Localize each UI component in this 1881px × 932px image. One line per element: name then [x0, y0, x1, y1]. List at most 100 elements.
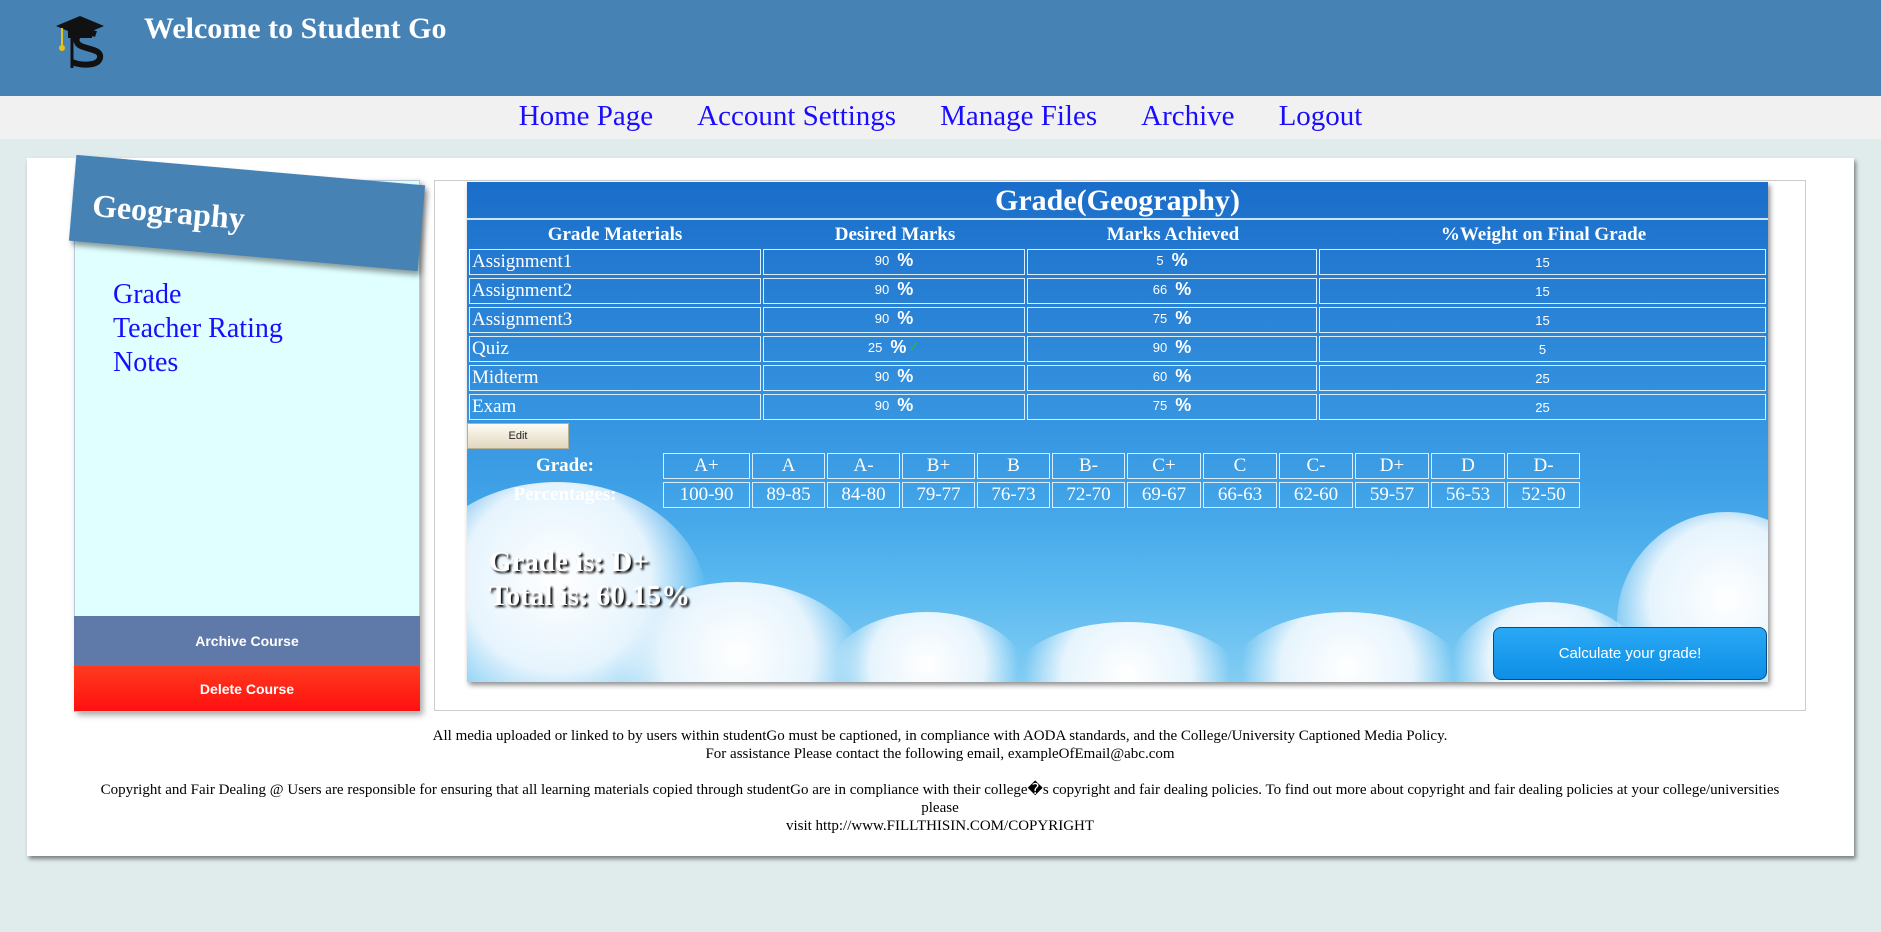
grade-scale-range: 59-57 [1355, 482, 1429, 508]
sidebar-links: Grade Teacher Rating Notes [113, 278, 283, 380]
weight-cell[interactable]: 25 [1319, 394, 1766, 420]
grade-scale-range: 76-73 [977, 482, 1050, 508]
percent-sign: % [897, 250, 914, 270]
grade-scale-range: 72-70 [1052, 482, 1125, 508]
weight-cell[interactable]: 15 [1319, 278, 1766, 304]
grade-scale-range: 89-85 [752, 482, 825, 508]
sidebar-link-notes[interactable]: Notes [113, 346, 283, 380]
archive-course-button[interactable]: Archive Course [74, 616, 420, 666]
achieved-mark-cell[interactable]: 90% [1027, 336, 1317, 362]
table-row: Assignment2 90% 66% 15 [469, 278, 1766, 304]
cloud-decoration [827, 612, 1027, 682]
nav-archive[interactable]: Archive [1141, 98, 1234, 134]
percent-sign: % [897, 366, 914, 386]
grade-scale-range: 100-90 [663, 482, 750, 508]
material-name: Assignment1 [469, 249, 761, 275]
site-title: Welcome to Student Go [144, 12, 447, 45]
desired-mark-cell[interactable]: 90% [763, 249, 1025, 275]
percent-sign: % [1175, 337, 1192, 357]
footer-contact: For assistance Please contact the follow… [705, 746, 1175, 762]
achieved-mark-value: 5 [1156, 253, 1164, 268]
grade-scale-range: 62-60 [1279, 482, 1353, 508]
achieved-mark-value: 90 [1152, 340, 1168, 355]
grade-scale-range: 69-67 [1127, 482, 1201, 508]
material-name: Quiz [469, 336, 761, 362]
percent-sign: % [897, 308, 914, 328]
achieved-mark-cell[interactable]: 75% [1027, 307, 1317, 333]
percent-sign: % [1175, 395, 1192, 415]
grade-scale-range: 52-50 [1507, 482, 1580, 508]
cloud-decoration [1227, 612, 1467, 682]
achieved-mark-cell[interactable]: 66% [1027, 278, 1317, 304]
achieved-mark-cell[interactable]: 60% [1027, 365, 1317, 391]
nav-logout[interactable]: Logout [1279, 98, 1363, 134]
grade-table-header: Grade Materials Desired Marks Marks Achi… [467, 222, 1768, 248]
grade-scale-letter: A [752, 453, 825, 479]
material-name: Exam [469, 394, 761, 420]
desired-mark-value: 90 [874, 398, 890, 413]
nav-account-settings[interactable]: Account Settings [697, 98, 896, 134]
percent-sign: % [1175, 279, 1192, 299]
weight-cell[interactable]: 25 [1319, 365, 1766, 391]
grade-scale-range: 66-63 [1203, 482, 1277, 508]
grade-scale-letter: D- [1507, 453, 1580, 479]
grade-scale-letter: A+ [663, 453, 750, 479]
nav-manage-files[interactable]: Manage Files [940, 98, 1097, 134]
achieved-mark-cell[interactable]: 75% [1027, 394, 1317, 420]
desired-mark-cell[interactable]: 90% [763, 307, 1025, 333]
site-header: Welcome to Student Go [0, 0, 1881, 96]
nav-home[interactable]: Home Page [519, 98, 654, 134]
grade-scale-letter: A- [827, 453, 900, 479]
sidebar-link-teacher-rating[interactable]: Teacher Rating [113, 312, 283, 346]
percent-sign: % [897, 279, 914, 299]
percent-scale-label: Percentages: [513, 484, 617, 505]
grade-scale-letter: C+ [1127, 453, 1201, 479]
graduation-cap-s-logo[interactable] [54, 10, 114, 70]
grade-panel: Grade(Geography) Grade Materials Desired… [467, 182, 1768, 682]
table-row: Assignment3 90% 75% 15 [469, 307, 1766, 333]
table-row: Exam 90% 75% 25 [469, 394, 1766, 420]
header-weight: %Weight on Final Grade [1440, 224, 1647, 245]
grade-scale-label: Grade: [535, 455, 595, 476]
weight-cell[interactable]: 15 [1319, 249, 1766, 275]
grade-scale-letter: C- [1279, 453, 1353, 479]
grade-scale-range: 84-80 [827, 482, 900, 508]
desired-mark-cell[interactable]: 25% ✓ [763, 336, 1025, 362]
header-marks-achieved: Marks Achieved [1106, 224, 1240, 245]
grade-scale-letter: B- [1052, 453, 1125, 479]
delete-course-button[interactable]: Delete Course [74, 666, 420, 711]
footer-copyright: Copyright and Fair Dealing @ Users are r… [100, 782, 1780, 816]
grade-scale-letter: D [1431, 453, 1505, 479]
achieved-mark-value: 60 [1152, 369, 1168, 384]
checkmark-icon: ✓ [908, 340, 921, 356]
sidebar-link-grade[interactable]: Grade [113, 278, 283, 312]
table-row: Quiz 25% ✓ 90% 5 [469, 336, 1766, 362]
desired-mark-cell[interactable]: 90% [763, 394, 1025, 420]
desired-mark-value: 90 [874, 253, 890, 268]
weight-cell[interactable]: 15 [1319, 307, 1766, 333]
edit-button[interactable]: Edit [467, 423, 569, 449]
header-desired-marks: Desired Marks [834, 224, 956, 245]
footer-media-policy: All media uploaded or linked to by users… [432, 728, 1448, 744]
table-row: Midterm 90% 60% 25 [469, 365, 1766, 391]
calculate-grade-button[interactable]: Calculate your grade! [1493, 627, 1767, 680]
percent-sign: % [1171, 250, 1188, 270]
weight-cell[interactable]: 5 [1319, 336, 1766, 362]
grade-scale-letter: B [977, 453, 1050, 479]
desired-mark-value: 25 [867, 340, 883, 355]
result-total: Total is: 60.15% [489, 580, 691, 612]
footer-copyright-link: visit http://www.FILLTHISIN.COM/COPYRIGH… [785, 818, 1095, 834]
grade-table-title: Grade(Geography) [467, 182, 1768, 220]
desired-mark-cell[interactable]: 90% [763, 365, 1025, 391]
cloud-decoration [1007, 622, 1247, 682]
grade-scale-letter: C [1203, 453, 1277, 479]
result-grade: Grade is: D+ [489, 546, 649, 578]
material-name: Midterm [469, 365, 761, 391]
percent-sign: % [890, 337, 907, 357]
desired-mark-value: 90 [874, 369, 890, 384]
desired-mark-value: 90 [874, 311, 890, 326]
desired-mark-cell[interactable]: 90% [763, 278, 1025, 304]
achieved-mark-cell[interactable]: 5% [1027, 249, 1317, 275]
achieved-mark-value: 75 [1152, 311, 1168, 326]
desired-mark-value: 90 [874, 282, 890, 297]
